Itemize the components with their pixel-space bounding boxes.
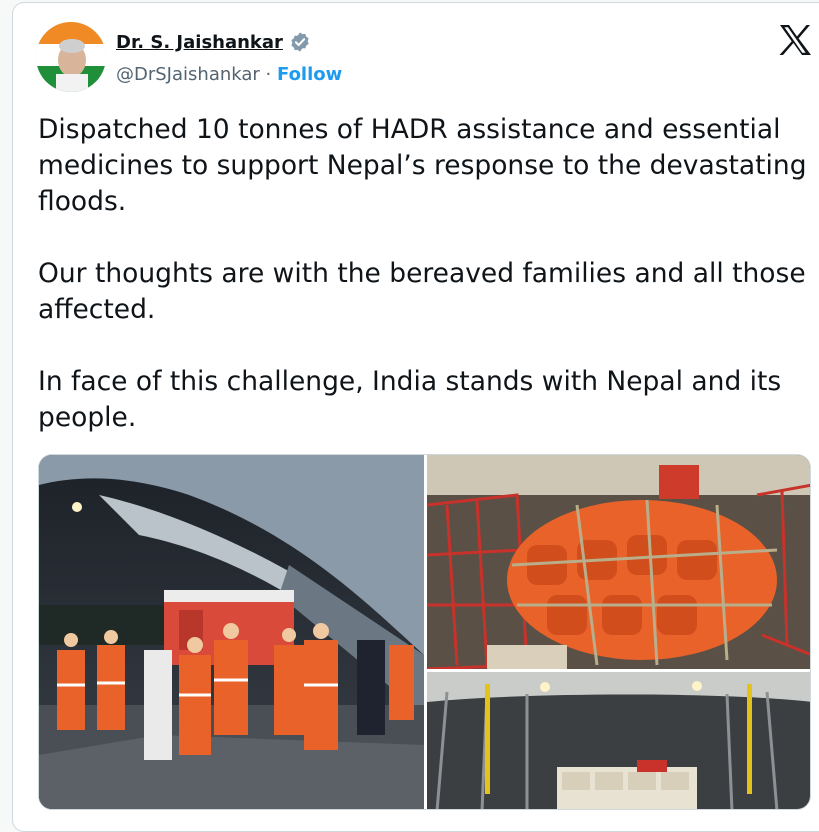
photo-cargo-hold-pallets[interactable]	[427, 455, 810, 669]
avatar-image	[36, 22, 106, 92]
tweet-paragraph: Our thoughts are with the bereaved famil…	[38, 258, 806, 325]
media-grid	[38, 454, 811, 810]
separator-dot: ·	[265, 64, 272, 85]
photo-image	[39, 455, 424, 809]
author-handle[interactable]: @DrSJaishankar	[116, 64, 260, 85]
author-name-row: Dr. S. Jaishankar	[116, 31, 311, 53]
verified-badge-icon	[291, 32, 309, 52]
author-handle-row: @DrSJaishankar · Follow	[116, 64, 342, 85]
avatar[interactable]	[36, 22, 106, 92]
photo-image	[427, 455, 810, 669]
photo-image	[427, 672, 810, 809]
x-logo-icon[interactable]	[778, 24, 812, 56]
tweet-paragraph: In face of this challenge, India stands …	[38, 366, 790, 433]
photo-cargo-hold-boxes[interactable]	[427, 672, 810, 809]
follow-button[interactable]: Follow	[277, 64, 342, 85]
photo-airport-tarmac[interactable]	[39, 455, 424, 809]
tweet-paragraph: Dispatched 10 tonnes of HADR assistance …	[38, 114, 807, 217]
author-name[interactable]: Dr. S. Jaishankar	[116, 32, 283, 53]
tweet-text: Dispatched 10 tonnes of HADR assistance …	[38, 112, 808, 472]
